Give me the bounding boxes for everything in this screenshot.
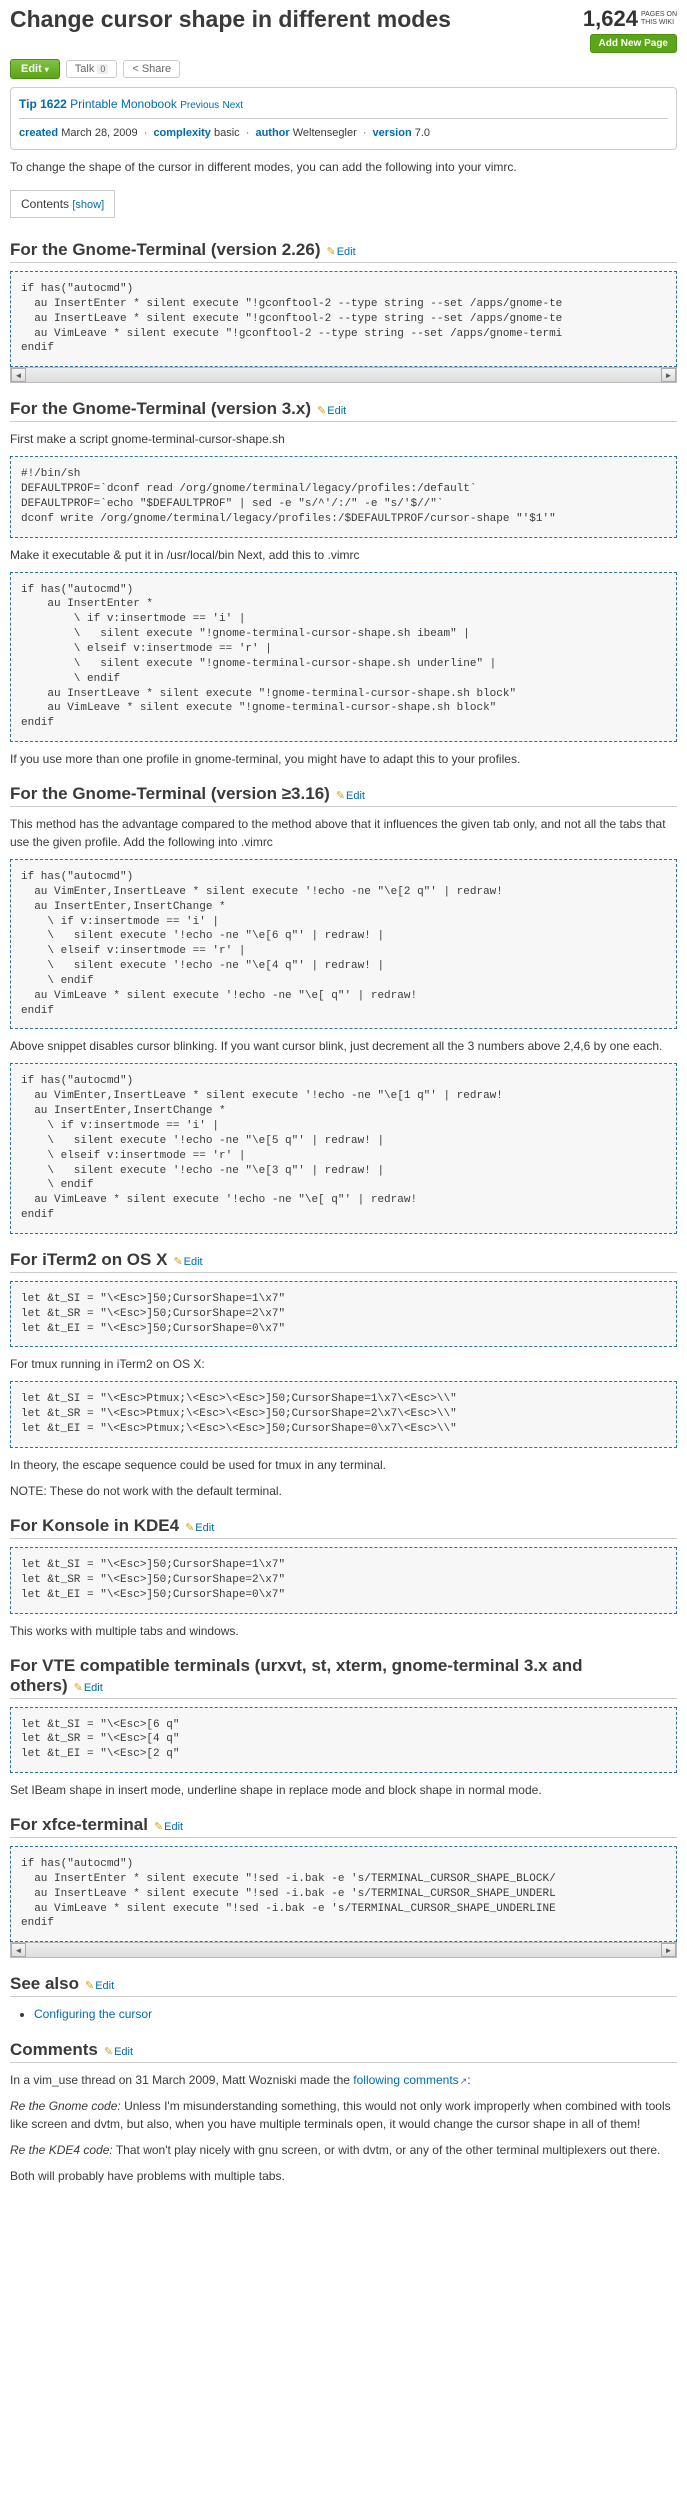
code-block: let &t_SI = "\<Esc>]50;CursorShape=1\x7"… [10,1281,677,1348]
toc-box: Contents [show] [10,190,115,218]
code-block: let &t_SI = "\<Esc>Ptmux;\<Esc>\<Esc>]50… [10,1381,677,1448]
code-block: #!/bin/sh DEFAULTPROF=`dconf read /org/g… [10,456,677,537]
section-konsole: For Konsole in KDE4✎Edit [10,1516,677,1539]
code-block: let &t_SI = "\<Esc>]50;CursorShape=1\x7"… [10,1547,677,1614]
paragraph: Set IBeam shape in insert mode, underlin… [10,1781,677,1799]
intro-text: To change the shape of the cursor in dif… [10,158,677,176]
tip-box: Tip 1622 Printable Monobook Previous Nex… [10,87,677,150]
paragraph: This method has the advantage compared t… [10,815,677,851]
comment-paragraph: Both will probably have problems with mu… [10,2167,677,2185]
edit-section-link[interactable]: ✎Edit [317,405,346,417]
edit-section-link[interactable]: ✎Edit [154,1821,183,1833]
toc-toggle[interactable]: [show] [72,199,104,211]
paragraph: In theory, the escape sequence could be … [10,1456,677,1474]
section-vte: For VTE compatible terminals (urxvt, st,… [10,1656,677,1699]
paragraph: NOTE: These do not work with the default… [10,1482,677,1500]
edit-section-link[interactable]: ✎Edit [336,790,365,802]
edit-section-link[interactable]: ✎Edit [185,1522,214,1534]
section-comments: Comments✎Edit [10,2040,677,2063]
wiki-stats: 1,624 PAGES ONTHIS WIKI Add New Page [583,6,677,53]
code-block: if has("autocmd") au VimEnter,InsertLeav… [10,859,677,1029]
horizontal-scrollbar[interactable]: ◄► [10,367,677,383]
paragraph: First make a script gnome-terminal-curso… [10,430,677,448]
code-block: if has("autocmd") au InsertEnter * silen… [10,1846,677,1942]
external-link[interactable]: following comments [353,2073,467,2087]
edit-button[interactable]: Edit [10,59,60,79]
horizontal-scrollbar[interactable]: ◄► [10,1942,677,1958]
tip-number: Tip 1622 [19,97,67,111]
prev-link[interactable]: Previous [180,100,219,111]
comment-paragraph: In a vim_use thread on 31 March 2009, Ma… [10,2071,677,2089]
page-title: Change cursor shape in different modes [10,6,451,33]
edit-section-link[interactable]: ✎Edit [85,1980,114,1992]
section-gnome316: For the Gnome-Terminal (version ≥3.16)✎E… [10,784,677,807]
edit-section-link[interactable]: ✎Edit [173,1256,202,1268]
code-block: if has("autocmd") au InsertEnter * silen… [10,271,677,367]
comment-paragraph: Re the Gnome code: Unless I'm misunderst… [10,2097,677,2133]
paragraph: This works with multiple tabs and window… [10,1622,677,1640]
paragraph: For tmux running in iTerm2 on OS X: [10,1355,677,1373]
edit-section-link[interactable]: ✎Edit [326,246,355,258]
section-xfce: For xfce-terminal✎Edit [10,1815,677,1838]
section-seealso: See also✎Edit [10,1974,677,1997]
code-block: if has("autocmd") au VimEnter,InsertLeav… [10,1063,677,1233]
comment-paragraph: Re the KDE4 code: That won't play nicely… [10,2141,677,2159]
share-button[interactable]: < Share [123,60,180,78]
see-also-link[interactable]: Configuring the cursor [34,2007,152,2021]
code-block: let &t_SI = "\<Esc>[6 q" let &t_SR = "\<… [10,1707,677,1774]
section-iterm2: For iTerm2 on OS X✎Edit [10,1250,677,1273]
paragraph: If you use more than one profile in gnom… [10,750,677,768]
page-count: 1,624 [583,6,638,32]
edit-section-link[interactable]: ✎Edit [74,1682,103,1694]
metadata: created March 28, 2009 · complexity basi… [19,123,668,143]
next-link[interactable]: Next [222,100,243,111]
talk-button[interactable]: Talk0 [66,60,118,78]
edit-section-link[interactable]: ✎Edit [104,2046,133,2058]
section-gnome3x: For the Gnome-Terminal (version 3.x)✎Edi… [10,399,677,422]
code-block: if has("autocmd") au InsertEnter * \ if … [10,572,677,742]
printable-link[interactable]: Printable Monobook [70,97,177,111]
add-page-button[interactable]: Add New Page [590,34,677,53]
paragraph: Make it executable & put it in /usr/loca… [10,546,677,564]
section-gnome226: For the Gnome-Terminal (version 2.26)✎Ed… [10,240,677,263]
paragraph: Above snippet disables cursor blinking. … [10,1037,677,1055]
